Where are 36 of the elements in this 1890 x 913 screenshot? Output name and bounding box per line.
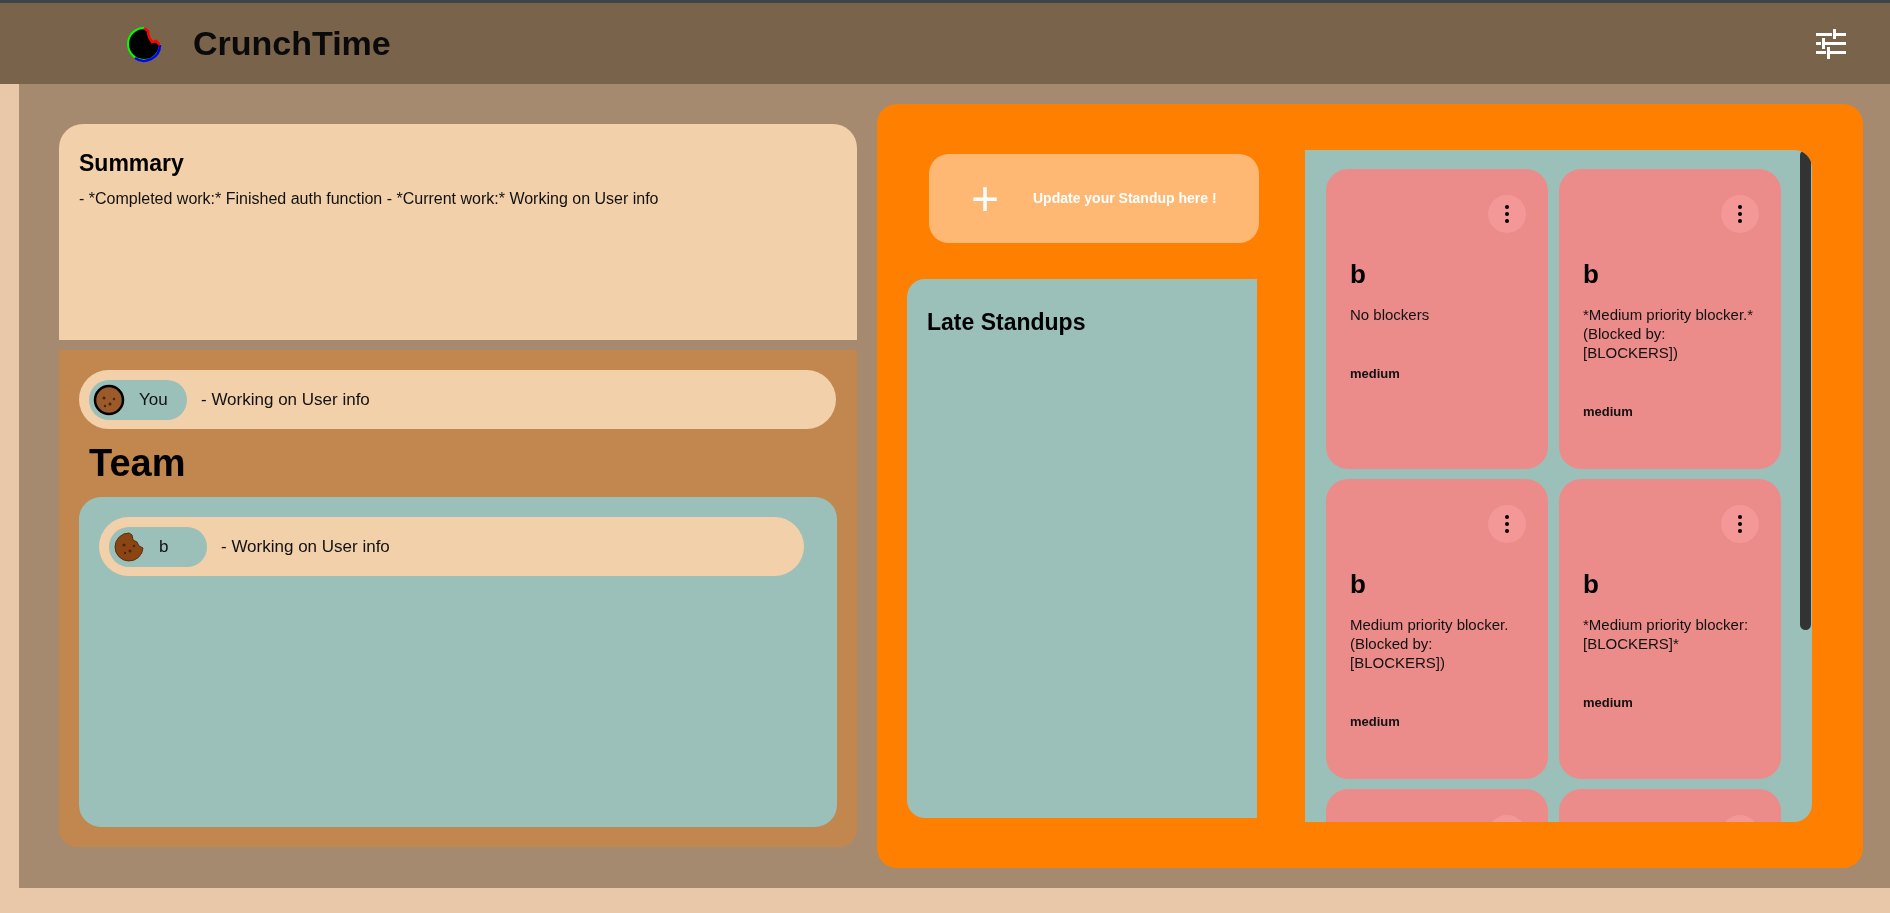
card-author: b — [1583, 571, 1600, 597]
more-icon — [1505, 515, 1509, 533]
card-author: b — [1583, 261, 1600, 287]
member-name: b — [159, 535, 169, 558]
update-standup-button[interactable]: + Update your Standup here ! — [929, 154, 1259, 243]
member-status: - Working on User info — [221, 535, 390, 558]
card-text: No blockers — [1350, 305, 1431, 324]
late-standups-title: Late Standups — [927, 308, 1087, 337]
summary-title: Summary — [79, 149, 185, 178]
card-text: Medium priority blocker. (Blocked by: [BLOCKERS]) — [1350, 615, 1510, 672]
app-title: CrunchTime — [193, 23, 391, 64]
settings-icon — [1816, 28, 1846, 59]
more-options-button[interactable] — [1488, 195, 1526, 233]
more-icon — [1738, 205, 1742, 223]
more-options-button[interactable] — [1721, 195, 1759, 233]
cookie-logo-icon — [125, 24, 163, 63]
card-priority: medium — [1350, 365, 1401, 383]
cookie-avatar-icon — [93, 383, 125, 416]
card-author: b — [1350, 571, 1367, 597]
card-priority: medium — [1583, 403, 1634, 421]
card-text: *Medium priority blocker.* (Blocked by: [BLOCKERS]) — [1583, 305, 1755, 362]
scrollbar[interactable] — [1800, 150, 1811, 630]
card-text: *Medium priority blocker: [BLOCKERS]* — [1583, 615, 1750, 653]
card-author: b — [1350, 261, 1367, 287]
more-icon — [1738, 515, 1742, 533]
more-icon — [1505, 205, 1509, 223]
summary-text: - *Completed work:* Finished auth function - *Current work:* Working on User info — [79, 188, 660, 209]
settings-button[interactable] — [1814, 26, 1848, 61]
more-options-button[interactable] — [1721, 505, 1759, 543]
more-options-button[interactable] — [1488, 505, 1526, 543]
team-title: Team — [89, 441, 187, 486]
member-name: You — [139, 388, 168, 411]
cookie-avatar-icon — [113, 530, 145, 563]
card-priority: medium — [1583, 694, 1634, 712]
card-priority: medium — [1350, 713, 1401, 731]
member-status: - Working on User info — [201, 388, 370, 411]
